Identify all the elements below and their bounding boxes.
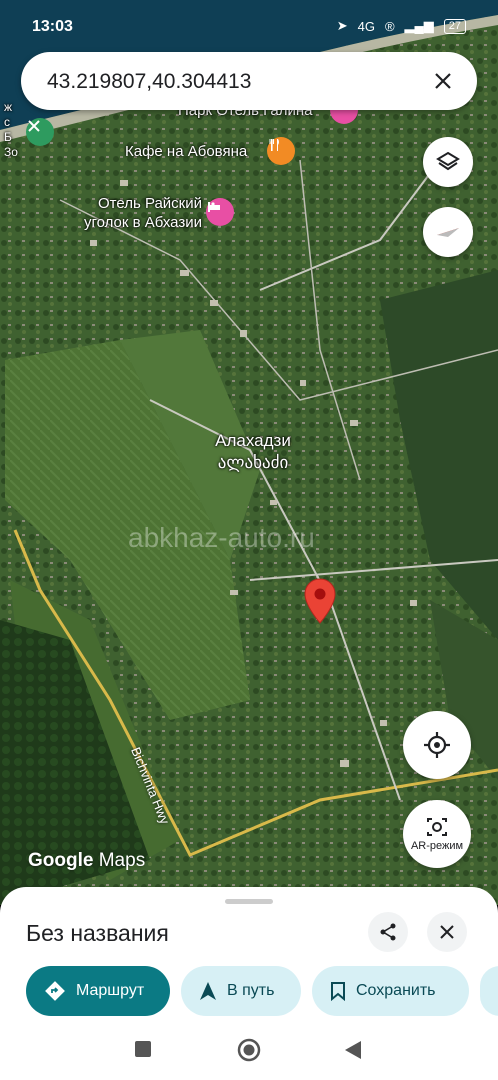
compass-icon xyxy=(437,228,459,237)
poi-restaurant-icon[interactable] xyxy=(267,137,295,165)
circle-icon xyxy=(237,1038,261,1062)
ar-mode-button[interactable]: AR-режим xyxy=(403,800,471,868)
close-sheet-button[interactable] xyxy=(427,912,467,952)
square-icon xyxy=(135,1041,151,1057)
status-icons: ➤ 4G ® ▂▄▆ 27 xyxy=(337,18,466,34)
camera-icon xyxy=(427,818,447,836)
back-triangle-icon xyxy=(345,1041,361,1059)
place-title: Без названия xyxy=(26,920,169,946)
drag-handle[interactable] xyxy=(225,899,273,904)
directions-label: Маршрут xyxy=(76,982,145,999)
ar-mode-label: AR-режим xyxy=(410,840,464,852)
recents-button[interactable] xyxy=(134,1040,152,1063)
poi-green-icon[interactable] xyxy=(26,118,54,146)
close-icon xyxy=(440,925,454,939)
navigation-arrow-icon xyxy=(200,982,216,1000)
more-chip[interactable] xyxy=(480,966,498,1016)
layers-icon xyxy=(436,151,460,171)
place-name-label[interactable]: Алахадзи ალახაძი xyxy=(196,430,310,474)
my-location-button[interactable] xyxy=(403,711,471,779)
crosshair-icon xyxy=(424,732,450,758)
signal-icon: ▂▄▆ xyxy=(404,18,434,33)
save-label: Сохранить xyxy=(356,982,436,999)
location-arrow-icon: ➤ xyxy=(336,18,348,33)
clear-search-button[interactable] xyxy=(427,65,459,97)
system-nav-bar xyxy=(0,1022,498,1080)
layers-button[interactable] xyxy=(423,137,473,187)
network-label: 4G xyxy=(357,18,375,34)
search-query[interactable]: 43.219807,40.304413 xyxy=(47,70,251,94)
poi-hotel-icon[interactable] xyxy=(206,198,234,226)
home-button[interactable] xyxy=(237,1038,261,1067)
start-button[interactable]: В путь xyxy=(181,966,301,1016)
status-bar: 13:03 ➤ 4G ® ▂▄▆ 27 xyxy=(0,0,498,52)
rotate-icon: ® xyxy=(384,18,395,34)
place-name-ka: ალახაძი xyxy=(217,453,289,472)
poi-label-hotel[interactable]: Отель Райский уголок в Абхазии xyxy=(78,194,202,232)
directions-button[interactable]: Маршрут xyxy=(26,966,170,1016)
back-button[interactable] xyxy=(344,1040,362,1065)
watermark-text: abkhaz-auto.ru xyxy=(128,522,315,553)
directions-icon xyxy=(45,981,65,1001)
place-name-ru: Алахадзи xyxy=(215,431,291,450)
save-button[interactable]: Сохранить xyxy=(312,966,469,1016)
battery-icon: 27 xyxy=(443,18,466,34)
poi-label-cafe[interactable]: Кафе на Абовяна xyxy=(125,142,247,161)
status-time: 13:03 xyxy=(32,18,73,35)
share-icon xyxy=(380,923,396,941)
compass-button[interactable] xyxy=(423,207,473,257)
place-bottom-sheet[interactable]: Без названия Маршрут В путь Сохранить xyxy=(0,887,498,1022)
google-maps-logo: Google Maps xyxy=(28,850,146,871)
share-button[interactable] xyxy=(368,912,408,952)
left-edge-label: ж с Б Зо xyxy=(4,100,18,159)
start-label: В путь xyxy=(227,982,275,999)
close-icon xyxy=(435,73,451,89)
search-box[interactable]: 43.219807,40.304413 xyxy=(21,52,477,110)
bookmark-icon xyxy=(331,982,345,1001)
